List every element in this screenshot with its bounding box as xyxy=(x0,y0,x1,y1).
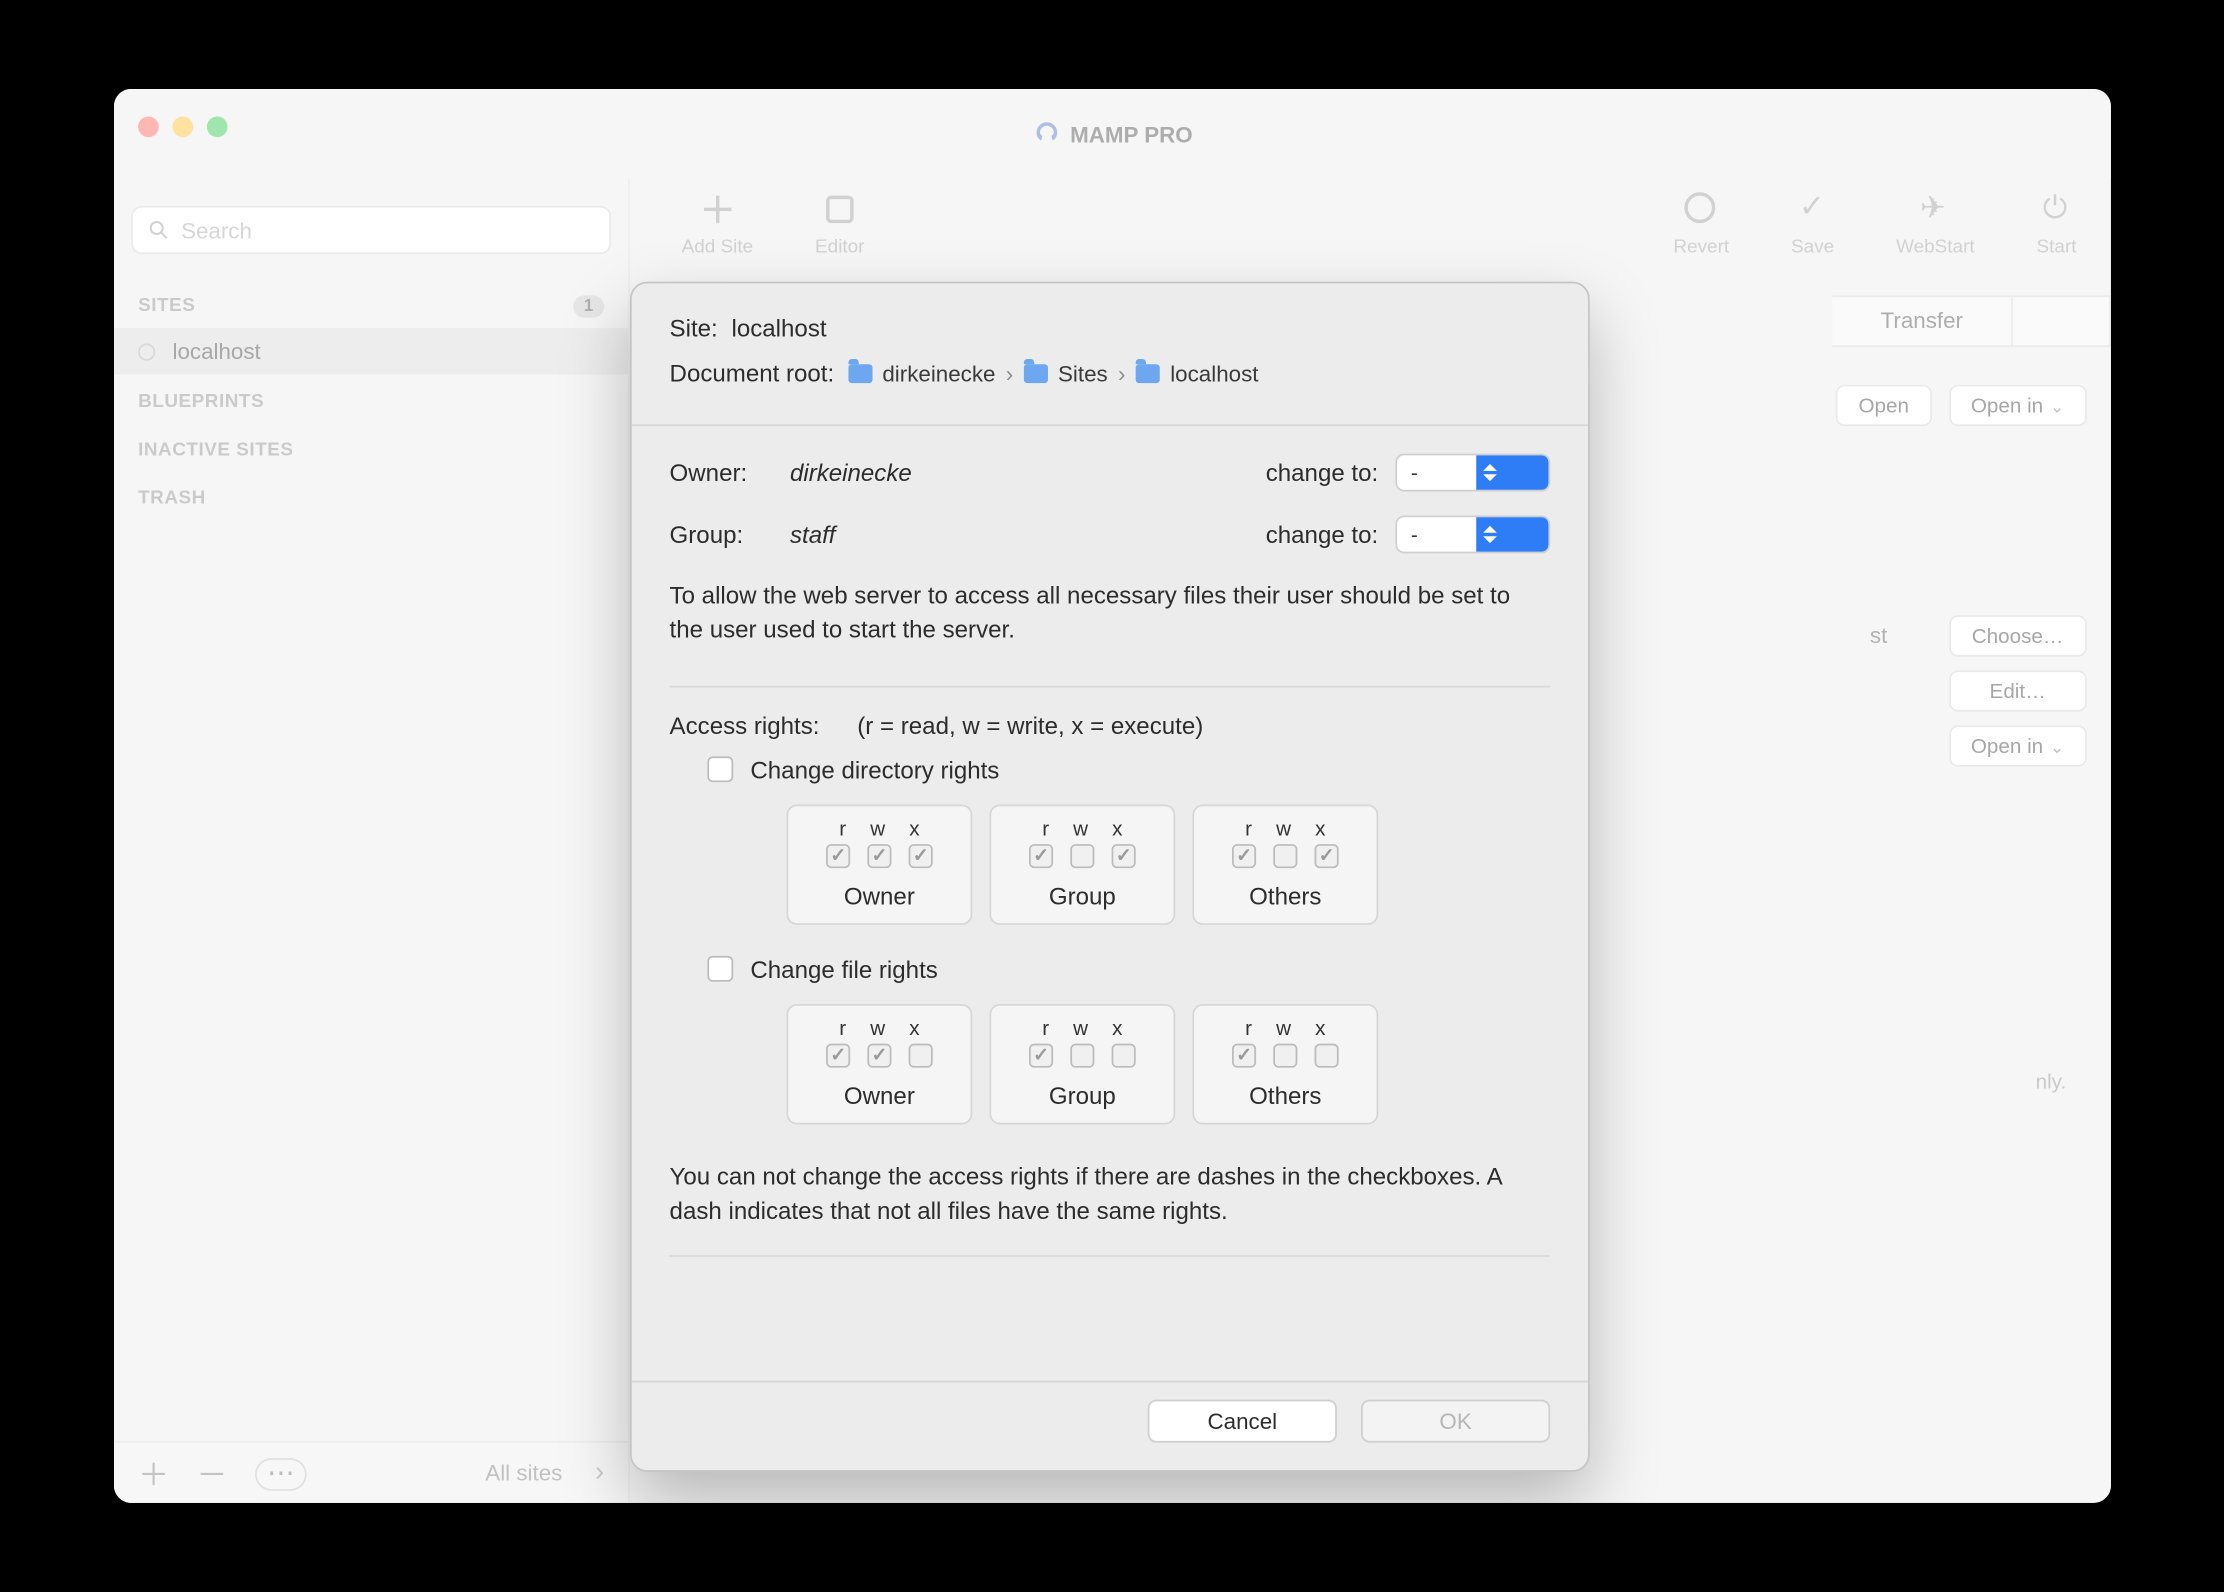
change-directory-rights-label: Change directory rights xyxy=(750,756,999,784)
dir-others-r[interactable] xyxy=(1232,843,1256,867)
crumb-2[interactable]: localhost xyxy=(1170,360,1258,386)
folder-icon xyxy=(847,363,871,382)
owner-group-section: Owner: dirkeinecke change to: - Group: s… xyxy=(631,424,1587,661)
file-others-x[interactable] xyxy=(1314,1043,1338,1067)
file-group-w[interactable] xyxy=(1070,1043,1094,1067)
dir-others-x[interactable] xyxy=(1314,843,1338,867)
rwx-hint: (r = read, w = write, x = execute) xyxy=(857,711,1203,739)
group-title: Group xyxy=(1001,881,1163,909)
dir-group-w[interactable] xyxy=(1070,843,1094,867)
group-title: Others xyxy=(1204,1081,1366,1109)
change-file-rights-label: Change file rights xyxy=(750,955,937,983)
cancel-button[interactable]: Cancel xyxy=(1147,1400,1336,1443)
crumb-1[interactable]: Sites xyxy=(1058,360,1108,386)
dialog-header: Site: localhost Document root: dirkeinec… xyxy=(631,283,1587,424)
crumb-0[interactable]: dirkeinecke xyxy=(882,360,995,386)
dir-group-r[interactable] xyxy=(1029,843,1053,867)
group-title: Group xyxy=(1001,1081,1163,1109)
dir-owner-r[interactable] xyxy=(826,843,850,867)
file-owner-w[interactable] xyxy=(867,1043,891,1067)
owner-value: dirkeinecke xyxy=(789,459,1248,487)
file-group-r[interactable] xyxy=(1029,1043,1053,1067)
site-value: localhost xyxy=(731,314,826,342)
dir-group-x[interactable] xyxy=(1111,843,1135,867)
access-rights-note: You can not change the access rights if … xyxy=(631,1131,1587,1228)
group-title: Owner xyxy=(798,1081,960,1109)
access-rights-label: Access rights: xyxy=(669,711,819,739)
change-to-label: change to: xyxy=(1265,521,1377,549)
perm-dir-others: rwx Others xyxy=(1192,804,1378,924)
dropdown-value: - xyxy=(1397,523,1476,547)
dialog-footer: Cancel OK xyxy=(631,1381,1587,1470)
perm-file-owner: rwx Owner xyxy=(786,1003,972,1123)
directory-permission-groups: rwx Owner rwx Group rwx xyxy=(631,794,1587,932)
group-title: Others xyxy=(1204,881,1366,909)
dropdown-value: - xyxy=(1397,461,1476,485)
ok-button[interactable]: OK xyxy=(1361,1400,1550,1443)
folder-icon xyxy=(1135,363,1159,382)
breadcrumb: dirkeinecke › Sites › localhost xyxy=(847,360,1258,386)
dir-others-w[interactable] xyxy=(1273,843,1297,867)
perm-dir-owner: rwx Owner xyxy=(786,804,972,924)
change-directory-rights-checkbox[interactable] xyxy=(707,757,733,783)
docroot-label: Document root: xyxy=(669,359,834,387)
dir-owner-w[interactable] xyxy=(867,843,891,867)
file-permission-groups: rwx Owner rwx Group rwx xyxy=(631,993,1587,1131)
dir-owner-x[interactable] xyxy=(908,843,932,867)
folder-icon xyxy=(1023,363,1047,382)
file-others-w[interactable] xyxy=(1273,1043,1297,1067)
file-owner-r[interactable] xyxy=(826,1043,850,1067)
app-window: MAMP PRO Add Site Editor Revert Save xyxy=(114,89,2111,1503)
site-label: Site: xyxy=(669,314,717,342)
file-owner-x[interactable] xyxy=(908,1043,932,1067)
perm-file-group: rwx Group xyxy=(989,1003,1175,1123)
owner-change-dropdown[interactable]: - xyxy=(1395,454,1550,492)
group-value: staff xyxy=(789,521,1248,549)
perm-dir-group: rwx Group xyxy=(989,804,1175,924)
change-file-rights-checkbox[interactable] xyxy=(707,956,733,982)
owner-label: Owner: xyxy=(669,459,772,487)
group-label: Group: xyxy=(669,521,772,549)
change-to-label: change to: xyxy=(1265,459,1377,487)
dropdown-toggle-icon xyxy=(1476,516,1548,554)
dropdown-toggle-icon xyxy=(1476,454,1548,492)
perm-file-others: rwx Others xyxy=(1192,1003,1378,1123)
divider xyxy=(669,1256,1550,1258)
file-others-r[interactable] xyxy=(1232,1043,1256,1067)
group-change-dropdown[interactable]: - xyxy=(1395,516,1550,554)
owner-help-text: To allow the web server to access all ne… xyxy=(669,578,1550,648)
file-group-x[interactable] xyxy=(1111,1043,1135,1067)
permissions-dialog: Site: localhost Document root: dirkeinec… xyxy=(630,282,1590,1472)
group-title: Owner xyxy=(798,881,960,909)
